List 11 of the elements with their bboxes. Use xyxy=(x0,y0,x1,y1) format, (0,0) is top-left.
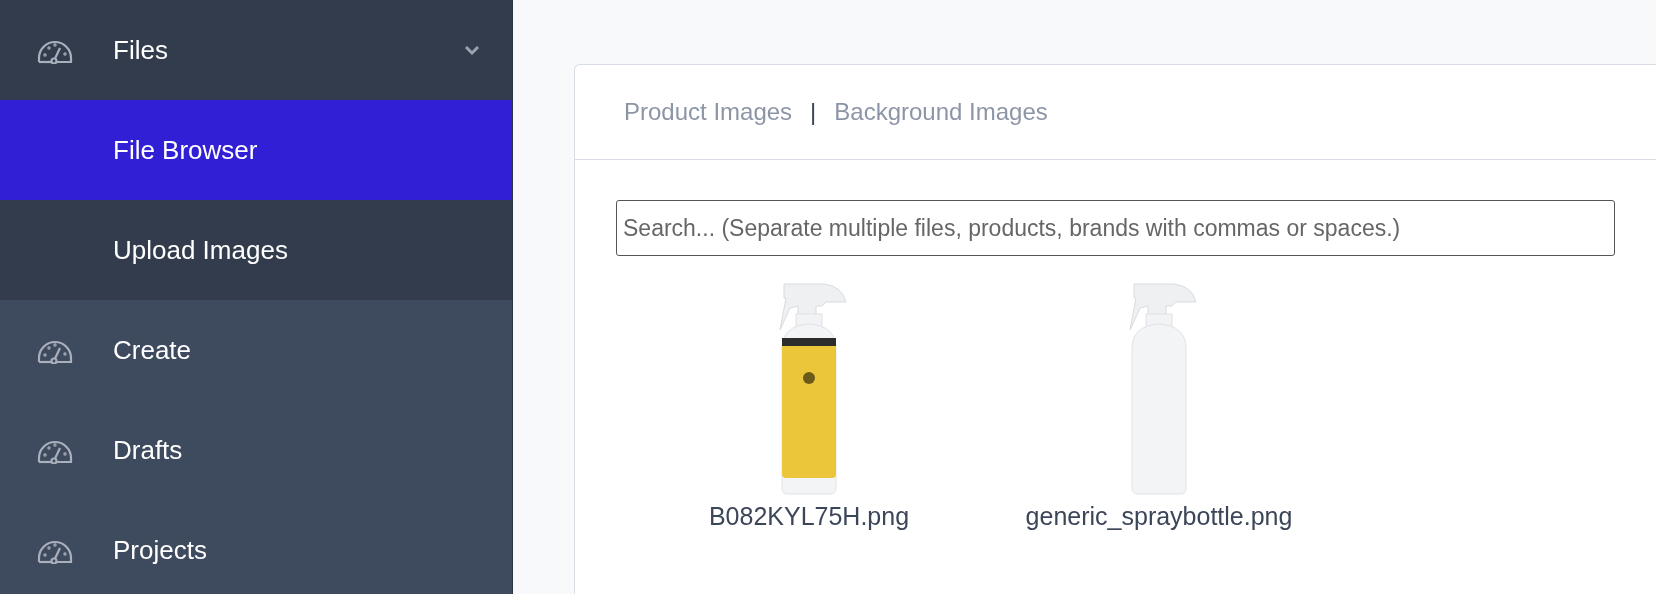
tab-separator: | xyxy=(810,98,817,126)
file-name[interactable]: generic_spraybottle.png xyxy=(1025,502,1293,531)
sidebar-item[interactable]: Files xyxy=(0,0,512,100)
file-name[interactable]: B082KYL75H.png xyxy=(708,502,910,531)
search-field[interactable]: Search... (Separate multiple files, products, brands with commas or spaces.) xyxy=(616,200,1615,256)
sidebar-item[interactable]: Create xyxy=(0,300,512,400)
chevron-down-icon xyxy=(464,45,480,55)
sidebar-item[interactable]: Projects xyxy=(0,500,512,594)
sidebar-item[interactable]: Drafts xyxy=(0,400,512,500)
sidebar-subitem[interactable]: File Browser xyxy=(0,100,512,200)
sidebar-subitem[interactable]: Upload Images xyxy=(0,200,512,300)
